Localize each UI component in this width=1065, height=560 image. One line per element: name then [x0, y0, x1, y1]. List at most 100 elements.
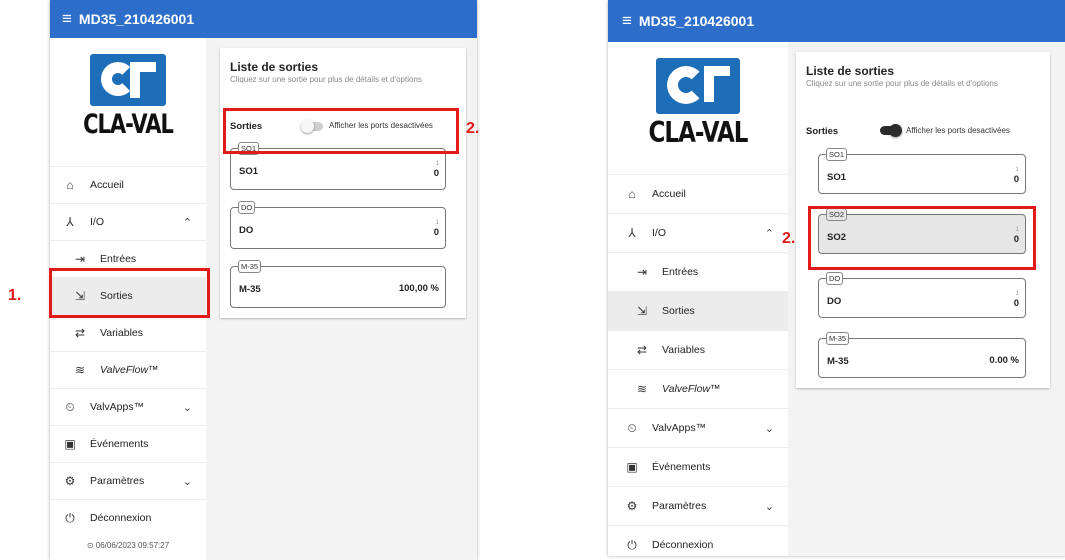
login-icon: ⇥	[74, 252, 86, 266]
sidebar-item-deconnexion[interactable]: ⏻ Déconnexion	[50, 499, 206, 536]
port-do[interactable]: DO DO 1 0	[230, 201, 446, 249]
sidebar-item-valveflow[interactable]: ≋ ValveFlow™	[608, 369, 788, 408]
home-icon: ⌂	[66, 178, 74, 192]
port-value: 0	[433, 168, 439, 179]
port-m35[interactable]: M-35 M-35 0.00 %	[818, 332, 1026, 378]
port-do[interactable]: DO DO 1 0	[818, 272, 1026, 318]
highlight-box-sorties	[49, 268, 210, 318]
waves-icon: ≋	[74, 363, 86, 377]
logout-icon: ⇲	[636, 304, 648, 318]
port-value: 0	[433, 227, 439, 238]
sidebar-item-label: Événements	[90, 438, 149, 450]
sidebar-item-io[interactable]: ⅄ I/O ⌃	[608, 213, 788, 252]
home-icon: ⌂	[628, 187, 636, 201]
port-name: DO	[827, 296, 842, 307]
highlight-box-toggle	[223, 108, 459, 154]
datetime: ⊙ 06/06/2023 09:57:27	[86, 541, 170, 550]
settings-icon: ⚙	[626, 499, 638, 513]
sidebar-item-label: ValvApps™	[652, 422, 707, 434]
port-number: 1	[1015, 166, 1019, 173]
chevron-down-icon: ⌄	[182, 475, 192, 488]
logo-mark	[90, 54, 166, 106]
port-tag: M-35	[238, 260, 262, 273]
sidebar-item-valveflow[interactable]: ≋ ValveFlow™	[50, 351, 206, 388]
sidebar-item-io[interactable]: ⅄ I/O ⌃	[50, 203, 206, 240]
sidebar-item-label: ValveFlow™	[100, 364, 159, 376]
port-value: 0	[1013, 174, 1019, 185]
calendar-icon: ▣	[626, 460, 638, 474]
top-bar: ≡ MD35_210426001	[50, 0, 477, 38]
sidebar-item-label: Paramètres	[90, 475, 145, 487]
sidebar-item-entrees[interactable]: ⇥ Entrées	[608, 252, 788, 291]
sidebar-item-accueil[interactable]: ⌂ Accueil	[608, 174, 788, 213]
sidebar-item-label: Variables	[100, 327, 143, 339]
logo: CLA-VAL	[50, 38, 206, 166]
port-value: 0	[1013, 298, 1019, 309]
port-name: SO1	[239, 166, 259, 177]
sidebar-item-label: Événements	[652, 461, 711, 473]
port-tag: SO1	[826, 148, 848, 161]
sidebar-item-label: I/O	[652, 227, 667, 239]
step-number-2-right: 2.	[782, 230, 796, 247]
sidebar-item-label: Entrées	[100, 253, 137, 265]
chevron-down-icon: ⌄	[764, 422, 774, 435]
sidebar-item-evenements[interactable]: ▣ Événements	[608, 447, 788, 486]
sidebar-item-evenements[interactable]: ▣ Événements	[50, 425, 206, 462]
toggle-knob	[889, 124, 902, 137]
valve-clock-icon: ⏲	[627, 420, 637, 435]
sidebar-item-parametres[interactable]: ⚙ Paramètres ⌄	[608, 486, 788, 525]
port-tag: DO	[238, 201, 256, 214]
port-number: 1	[1015, 290, 1019, 297]
settings-icon: ⚙	[64, 474, 76, 488]
step-number-2: 2.	[466, 120, 480, 137]
swap-icon: ⇄	[636, 343, 648, 357]
port-so1[interactable]: SO1 SO1 1 0	[230, 142, 446, 190]
sidebar-item-valvapps[interactable]: ⏲ ValvApps™ ⌄	[608, 408, 788, 447]
menu-icon[interactable]: ≡	[62, 9, 72, 29]
port-value: 0.00 %	[989, 355, 1019, 366]
sidebar-item-label: Accueil	[652, 188, 686, 200]
device-title: MD35_210426001	[78, 11, 195, 27]
chevron-up-icon: ⌃	[182, 216, 192, 229]
sidebar-item-label: Sorties	[662, 305, 695, 317]
port-tag: M-35	[826, 332, 850, 345]
sorties-label: Sorties	[806, 126, 839, 137]
sidebar-item-label: ValveFlow™	[662, 383, 721, 395]
toggle-label: Afficher les ports desactivées	[906, 126, 1010, 135]
logo-mark	[656, 58, 740, 114]
port-name: DO	[239, 225, 254, 236]
logo-text: CLA-VAL	[648, 116, 749, 150]
power-icon: ⏻	[627, 537, 637, 552]
step-number-1: 1.	[8, 287, 22, 304]
chevron-down-icon: ⌄	[182, 401, 192, 414]
sidebar-item-deconnexion[interactable]: ⏻ Déconnexion	[608, 525, 788, 556]
sidebar-item-label: Entrées	[662, 266, 699, 278]
show-disabled-toggle[interactable]	[880, 124, 902, 137]
sidebar-item-label: Variables	[662, 344, 705, 356]
sidebar: CLA-VAL ⌂ Accueil ⅄ I/O ⌃ ⇥ Entrées ⇲ Sorties…	[608, 42, 788, 556]
card-title: Liste de sorties	[806, 64, 895, 78]
port-m35[interactable]: M-35 M-35 100,00 %	[230, 260, 446, 308]
waves-icon: ≋	[636, 382, 648, 396]
io-icon: ⅄	[628, 226, 636, 240]
io-icon: ⅄	[66, 215, 74, 229]
sidebar-item-variables[interactable]: ⇄ Variables	[50, 314, 206, 351]
sidebar-item-label: I/O	[90, 216, 105, 228]
card-subtitle: Cliquez sur une sortie pour plus de déta…	[230, 75, 422, 84]
chevron-down-icon: ⌄	[764, 500, 774, 513]
sidebar-item-label: Déconnexion	[652, 539, 714, 551]
sidebar-item-valvapps[interactable]: ⏲ ValvApps™ ⌄	[50, 388, 206, 425]
port-value: 100,00 %	[398, 283, 439, 294]
highlight-box-so2	[808, 206, 1036, 270]
menu-icon[interactable]: ≡	[622, 11, 632, 31]
sidebar-item-parametres[interactable]: ⚙ Paramètres ⌄	[50, 462, 206, 499]
swap-icon: ⇄	[74, 326, 86, 340]
sidebar-item-accueil[interactable]: ⌂ Accueil	[50, 166, 206, 203]
logo: CLA-VAL	[608, 42, 788, 174]
calendar-icon: ▣	[64, 437, 76, 451]
sidebar-item-variables[interactable]: ⇄ Variables	[608, 330, 788, 369]
port-so1[interactable]: SO1 SO1 1 0	[818, 148, 1026, 194]
port-number: 1	[435, 160, 439, 167]
sidebar-item-sorties[interactable]: ⇲ Sorties	[608, 291, 788, 330]
valve-clock-icon: ⏲	[65, 399, 75, 414]
